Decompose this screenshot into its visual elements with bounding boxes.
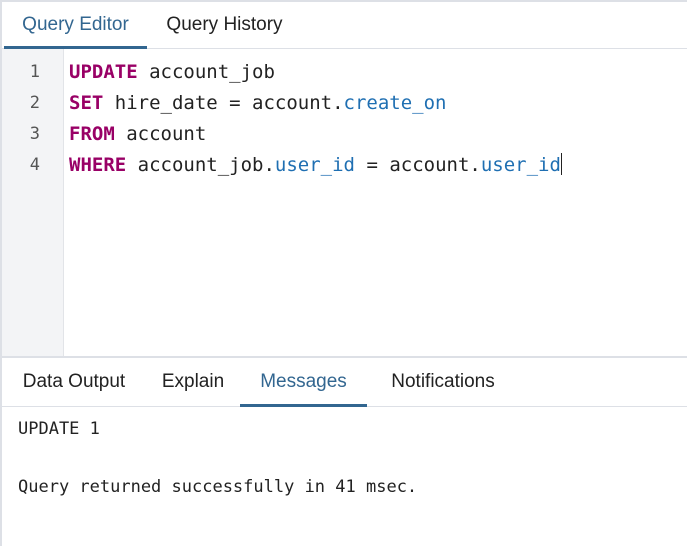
tab-data-output[interactable]: Data Output: [6, 358, 142, 406]
code-line[interactable]: UPDATE account_job: [69, 57, 275, 88]
code-line[interactable]: WHERE account_job.user_id = account.user…: [69, 150, 562, 181]
sql-column: user_id: [274, 154, 355, 176]
text-cursor: [560, 153, 562, 175]
tab-notifications[interactable]: Notifications: [370, 358, 516, 406]
tab-query-history[interactable]: Query History: [147, 2, 302, 48]
sql-keyword: WHERE: [69, 154, 127, 176]
message-status: Query returned successfully in 41 msec.: [18, 477, 418, 497]
tab-query-editor[interactable]: Query Editor: [4, 2, 147, 49]
line-number: 4: [29, 155, 40, 175]
sql-text: hire_date = account.: [103, 92, 344, 114]
sql-keyword: SET: [69, 92, 104, 114]
sql-text: account_job.: [126, 154, 275, 176]
tab-messages[interactable]: Messages: [240, 358, 367, 407]
sql-text: = account.: [355, 154, 481, 176]
sql-column: user_id: [480, 154, 561, 176]
sql-column: create_on: [343, 92, 447, 114]
sql-keyword: FROM: [69, 123, 115, 145]
code-line[interactable]: SET hire_date = account.create_on: [69, 88, 447, 119]
sql-text: account: [114, 123, 207, 145]
message-result: UPDATE 1: [18, 419, 100, 439]
messages-panel: UPDATE 1 Query returned successfully in …: [2, 407, 687, 546]
sql-keyword: UPDATE: [69, 61, 138, 83]
sql-text: account_job: [137, 61, 275, 83]
line-number: 2: [29, 93, 40, 113]
line-number: 3: [29, 124, 40, 144]
tab-explain[interactable]: Explain: [146, 358, 240, 406]
editor-tab-bar: Query Editor Query History: [2, 2, 687, 49]
line-number: 1: [29, 62, 40, 82]
line-number-gutter: 1 2 3 4: [2, 49, 64, 356]
code-line[interactable]: FROM account: [69, 119, 206, 150]
sql-editor[interactable]: 1 2 3 4 UPDATE account_job SET hire_date…: [2, 49, 687, 356]
results-tab-bar: Data Output Explain Messages Notificatio…: [2, 358, 687, 407]
